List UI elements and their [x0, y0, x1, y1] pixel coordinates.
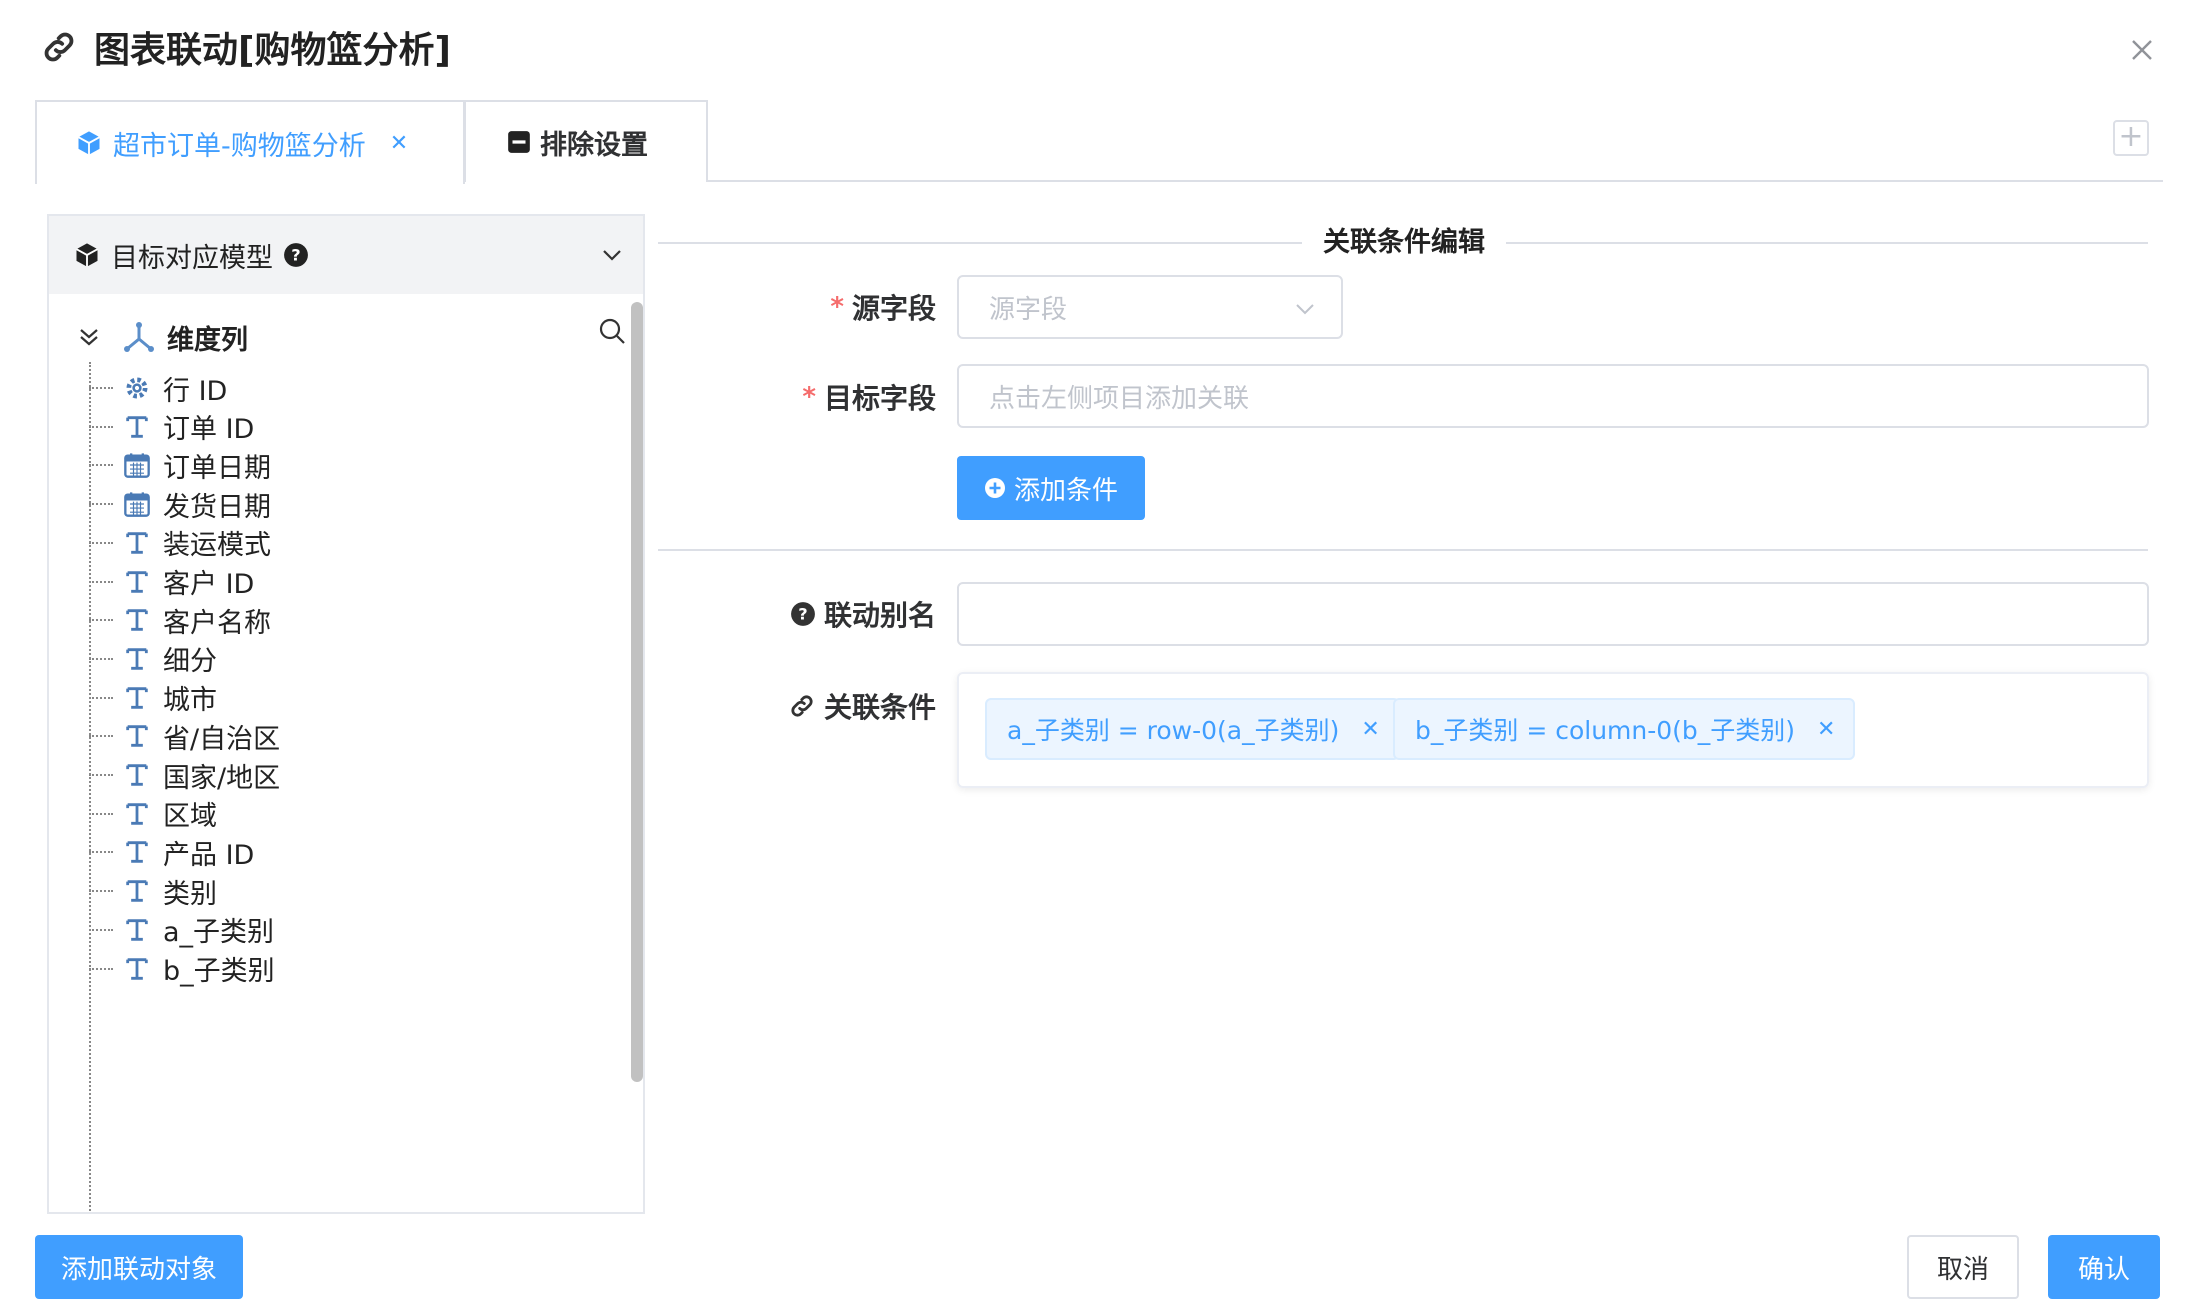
text-icon [126, 919, 148, 941]
tree-connector [89, 387, 113, 389]
text-icon [126, 570, 148, 593]
tree-connector [89, 812, 113, 815]
text-icon [126, 764, 148, 786]
required-mark: * [830, 292, 844, 322]
gear-icon [126, 377, 148, 399]
source-field-label: * 源字段 [780, 287, 936, 327]
tab-model-label: 超市订单-购物篮分析 [113, 130, 366, 162]
text-icon [126, 880, 148, 902]
tabs-bar: 超市订单-购物篮分析 ✕ 排除设置 [35, 100, 2163, 184]
condition-tag[interactable]: a_子类别 = row-0(a_子类别) ✕ [985, 698, 1400, 760]
link-icon [44, 32, 74, 62]
dialog-title-text: 图表联动[购物篮分析] [94, 30, 451, 71]
tree-connector [89, 541, 113, 544]
tree-connector [89, 657, 113, 660]
text-icon [126, 802, 148, 825]
cube-icon [78, 131, 100, 155]
alias-label-text: 联动别名 [823, 599, 936, 632]
minus-square-icon [508, 131, 530, 153]
text-icon [126, 841, 148, 864]
required-mark: * [802, 382, 816, 412]
tree-root-dimensions[interactable]: 维度列 [75, 312, 635, 362]
svg-text:?: ? [291, 245, 300, 264]
target-field-label: * 目标字段 [740, 377, 936, 417]
source-field-label-text: 源字段 [851, 292, 936, 325]
add-condition-label: 添加条件 [1013, 475, 1118, 506]
add-condition-button[interactable]: 添加条件 [957, 456, 1145, 520]
tab-exclude-label: 排除设置 [540, 129, 648, 161]
link-icon [791, 695, 813, 717]
tab-exclude[interactable]: 排除设置 [464, 100, 708, 182]
tree-connector [89, 464, 113, 467]
section-divider [1506, 242, 2148, 244]
tree-field-label: b_子类别 [163, 956, 275, 987]
help-icon[interactable]: ? [790, 601, 816, 627]
alias-input[interactable] [957, 582, 2149, 646]
target-field-placeholder: 点击左侧项目添加关联 [989, 383, 1250, 414]
svg-text:?: ? [798, 604, 807, 623]
conditions-label: 关联条件 [740, 686, 936, 726]
conditions-label-text: 关联条件 [823, 691, 936, 724]
help-icon[interactable]: ? [283, 242, 309, 268]
panel-header-label: 目标对应模型 [111, 242, 273, 274]
tab-model[interactable]: 超市订单-购物篮分析 ✕ [35, 100, 465, 184]
scrollbar[interactable] [631, 302, 643, 1082]
confirm-button[interactable]: 确认 [2048, 1235, 2160, 1299]
cancel-button[interactable]: 取消 [1907, 1235, 2019, 1299]
text-icon [126, 609, 148, 631]
target-field-label-text: 目标字段 [823, 382, 936, 415]
text-icon [126, 957, 148, 980]
tree-connector [89, 774, 113, 776]
calendar-icon [124, 453, 150, 479]
condition-tag-text: b_子类别 = column-0(b_子类别) [1415, 716, 1796, 745]
tag-close-icon[interactable]: ✕ [1361, 717, 1379, 742]
target-model-panel: 目标对应模型 ? 维度列 行 ID 订单 ID 订单日期 发货日期 装运模式 客户 ID 客… [47, 214, 645, 1214]
source-field-select[interactable]: 源字段 [957, 275, 1343, 339]
search-icon[interactable] [597, 316, 627, 346]
source-field-placeholder: 源字段 [989, 294, 1068, 325]
tree-connector [89, 967, 113, 970]
tree-connector [89, 851, 113, 854]
tag-close-icon[interactable]: ✕ [1817, 717, 1835, 742]
text-icon [126, 725, 148, 748]
tree-connector [89, 619, 113, 622]
target-field-input[interactable]: 点击左侧项目添加关联 [957, 364, 2149, 428]
cube-icon [76, 243, 98, 267]
tree-connector [89, 735, 113, 738]
section-title: 关联条件编辑 [1323, 227, 1485, 258]
chevron-down-icon [1296, 304, 1314, 315]
tree-root-label: 维度列 [167, 324, 248, 356]
condition-tag-text: a_子类别 = row-0(a_子类别) [1007, 716, 1340, 745]
tree-connector [89, 425, 113, 428]
collapse-toggle-icon[interactable] [75, 323, 103, 351]
add-tab-button[interactable]: + [2113, 120, 2149, 156]
text-icon [126, 532, 148, 554]
tree-field-item[interactable]: b_子类别 [89, 942, 275, 996]
section-divider [658, 242, 1302, 244]
dialog-title: 图表联动[购物篮分析] [40, 22, 451, 72]
calendar-icon [124, 492, 150, 517]
tree-connector [89, 580, 113, 583]
close-dialog-button[interactable] [2122, 30, 2162, 70]
tree-connector [89, 890, 113, 893]
alias-label: ? 联动别名 [740, 594, 936, 634]
tree-connector [89, 928, 113, 931]
condition-tag[interactable]: b_子类别 = column-0(b_子类别) ✕ [1393, 698, 1856, 760]
panel-header[interactable]: 目标对应模型 ? [49, 216, 643, 294]
tab-close-icon[interactable]: ✕ [390, 131, 408, 156]
text-icon [126, 648, 148, 670]
dimension-icon [124, 322, 154, 352]
form-divider [658, 549, 2148, 551]
text-icon [126, 415, 148, 438]
chevron-down-icon[interactable] [597, 240, 627, 270]
conditions-box: a_子类别 = row-0(a_子类别) ✕ b_子类别 = column-0(… [957, 672, 2149, 788]
tree-connector [89, 503, 113, 506]
text-icon [126, 686, 148, 709]
close-icon [2132, 40, 2152, 60]
add-link-target-button[interactable]: 添加联动对象 [35, 1235, 243, 1299]
plus-circle-icon [984, 478, 1005, 498]
tree-connector [89, 696, 113, 699]
